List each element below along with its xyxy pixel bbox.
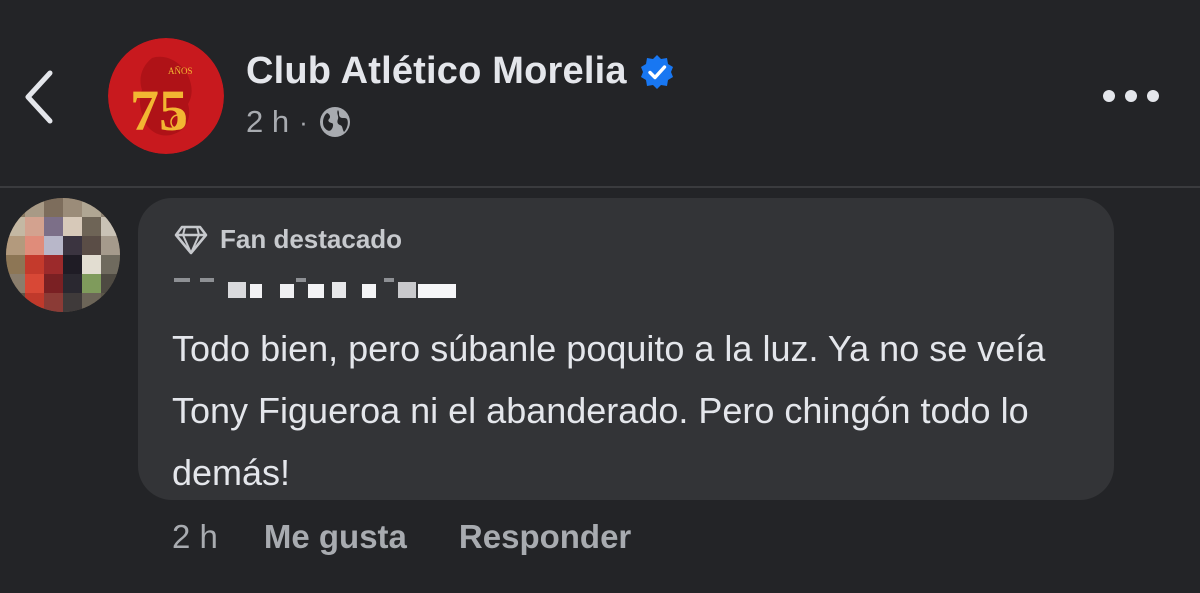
verified-badge-icon: [640, 54, 673, 89]
back-button[interactable]: [14, 62, 64, 132]
comment-time: 2 h: [172, 518, 218, 555]
comment-actions: 2 h Me gusta Responder: [172, 518, 683, 556]
more-options-button[interactable]: [1094, 74, 1168, 118]
post-meta: 2 h ·: [246, 104, 352, 140]
redacted-author-name[interactable]: [172, 272, 472, 300]
reply-button[interactable]: Responder: [459, 518, 631, 556]
meta-separator: ·: [299, 106, 308, 137]
header-divider: [0, 186, 1200, 188]
commenter-avatar[interactable]: [6, 198, 120, 312]
top-fan-badge: Fan destacado: [174, 224, 402, 255]
post-time: 2 h: [246, 104, 290, 139]
redacted-avatar-image: [6, 198, 120, 312]
chevron-left-icon: [25, 70, 53, 124]
page-title-row: Club Atlético Morelia: [246, 50, 675, 93]
logo-number: 75: [130, 78, 188, 143]
club-logo: 75 AÑOS: [108, 38, 224, 154]
logo-small-text: AÑOS: [168, 66, 193, 76]
badge-label: Fan destacado: [220, 224, 403, 254]
like-button[interactable]: Me gusta: [264, 518, 407, 556]
page-name[interactable]: Club Atlético Morelia: [246, 50, 627, 93]
comment-text: Todo bien, pero súbanle poquito a la luz…: [172, 328, 1046, 493]
more-horizontal-icon: [1103, 90, 1159, 102]
diamond-icon: [174, 225, 208, 254]
comment-bubble[interactable]: Fan destacado Todo bien, pero súbanle po…: [138, 198, 1114, 500]
comment-screen: 75 AÑOS Club Atlético Morelia 2 h · Fan …: [0, 0, 1200, 593]
globe-icon: [319, 107, 350, 137]
page-avatar[interactable]: 75 AÑOS: [108, 38, 224, 154]
